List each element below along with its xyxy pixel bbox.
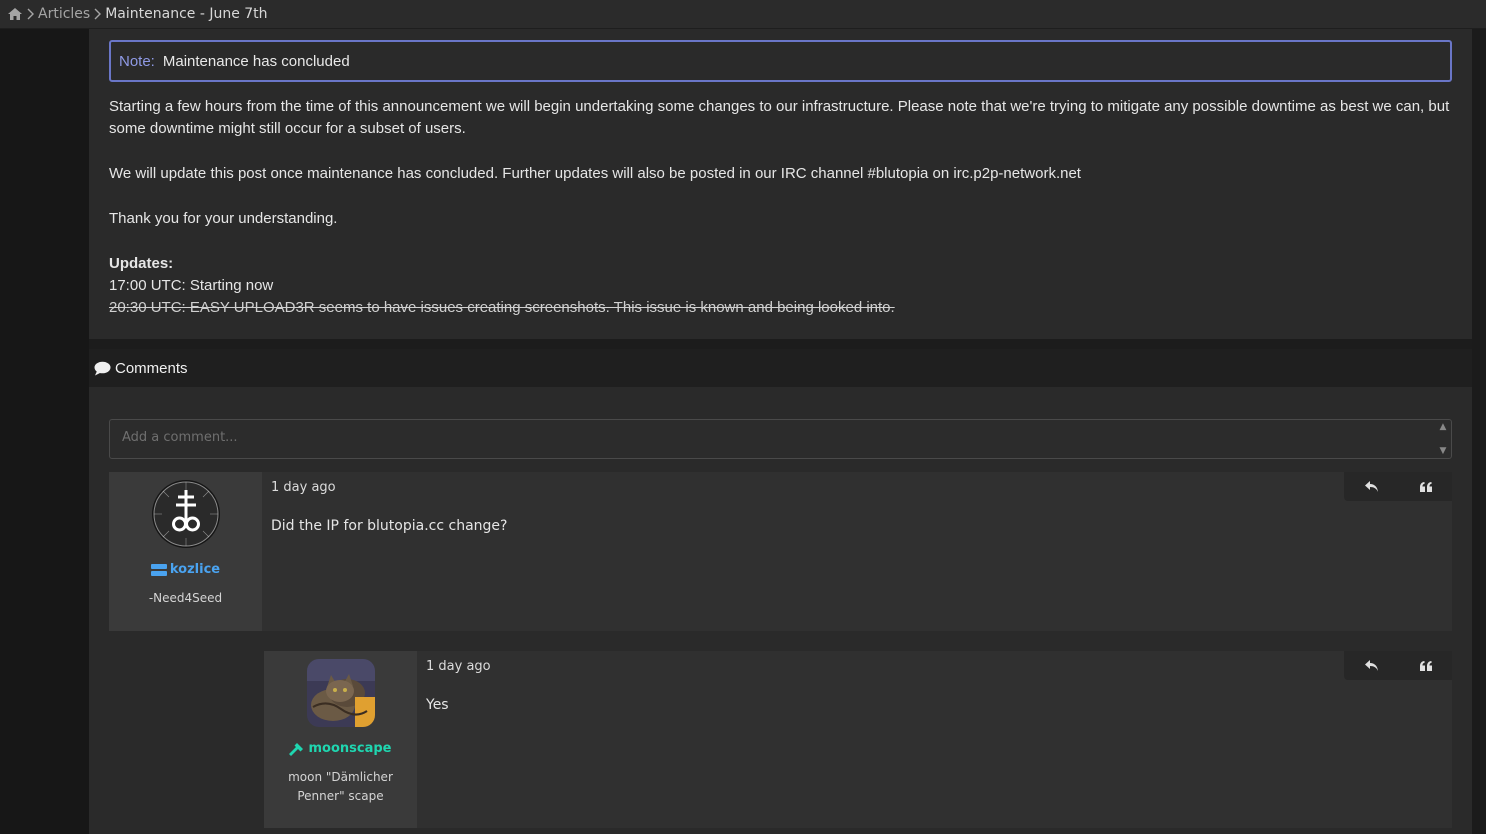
section-divider <box>89 339 1472 349</box>
comment-input-box[interactable]: ▲ ▼ <box>109 419 1452 459</box>
quote-icon[interactable] <box>1419 660 1432 671</box>
comment-item: kozlice -Need4Seed 1 day ago Did the IP … <box>109 472 1452 631</box>
user-title: -Need4Seed <box>148 591 223 605</box>
avatar[interactable] <box>151 480 220 548</box>
user-title: moon "Dämlicher Penner" scape <box>288 768 393 806</box>
hammer-icon <box>289 742 304 756</box>
user-card: kozlice -Need4Seed <box>109 472 262 631</box>
right-gutter <box>1472 29 1486 834</box>
breadcrumb-current: Maintenance - June 7th <box>105 6 268 22</box>
username[interactable]: kozlice <box>150 562 221 577</box>
comments-panel: ▲ ▼ <box>89 387 1472 834</box>
comment-time: 1 day ago <box>426 659 491 674</box>
reply-icon[interactable] <box>1364 659 1379 672</box>
article-body: Starting a few hours from the time of th… <box>109 96 1459 319</box>
reply-icon[interactable] <box>1364 480 1379 493</box>
comment-time: 1 day ago <box>271 480 336 495</box>
server-icon <box>150 563 167 576</box>
article-paragraph: We will update this post once maintenanc… <box>109 165 1081 182</box>
note-label: Note: <box>119 52 155 70</box>
comment-actions <box>1344 651 1452 680</box>
article-paragraph: Thank you for your understanding. <box>109 210 338 227</box>
left-gutter <box>0 29 89 834</box>
note-text: Maintenance has concluded <box>162 52 350 70</box>
user-card: moonscape moon "Dämlicher Penner" scape <box>264 651 417 828</box>
avatar[interactable] <box>306 659 375 727</box>
update-item: 17:00 UTC: Starting now <box>109 277 274 294</box>
article-panel: Note: Maintenance has concluded Starting… <box>89 29 1472 339</box>
username[interactable]: moonscape <box>289 741 392 756</box>
note-banner: Note: Maintenance has concluded <box>109 40 1452 82</box>
comment-icon <box>94 361 111 376</box>
comment-content: Yes <box>426 697 449 713</box>
chevron-right-icon <box>94 8 102 20</box>
user-title-line: Penner" scape <box>297 789 384 803</box>
comment-content: Did the IP for blutopia.cc change? <box>271 518 508 534</box>
username-text: moonscape <box>308 741 392 756</box>
chevron-right-icon <box>27 8 34 20</box>
comment-actions <box>1344 472 1452 501</box>
comment-input[interactable] <box>110 420 1451 458</box>
user-title-line: moon "Dämlicher <box>288 770 393 784</box>
article-paragraph: Starting a few hours from the time of th… <box>109 98 1450 137</box>
breadcrumb-articles[interactable]: Articles <box>38 6 90 22</box>
comment-reply-item: moonscape moon "Dämlicher Penner" scape … <box>264 651 1452 828</box>
quote-icon[interactable] <box>1419 481 1432 492</box>
username-text: kozlice <box>169 562 221 577</box>
comments-title: Comments <box>115 359 188 377</box>
updates-heading: Updates: <box>109 255 174 272</box>
home-icon[interactable] <box>7 7 23 21</box>
textarea-scrollbar[interactable]: ▲ ▼ <box>1437 422 1449 456</box>
update-item-struck: 20:30 UTC: EASY UPLOAD3R seems to have i… <box>109 299 895 316</box>
chevron-up-icon[interactable]: ▲ <box>1440 422 1447 432</box>
chevron-down-icon[interactable]: ▼ <box>1440 446 1447 456</box>
breadcrumb: Articles Maintenance - June 7th <box>0 0 1486 29</box>
comments-header: Comments <box>89 349 1472 387</box>
